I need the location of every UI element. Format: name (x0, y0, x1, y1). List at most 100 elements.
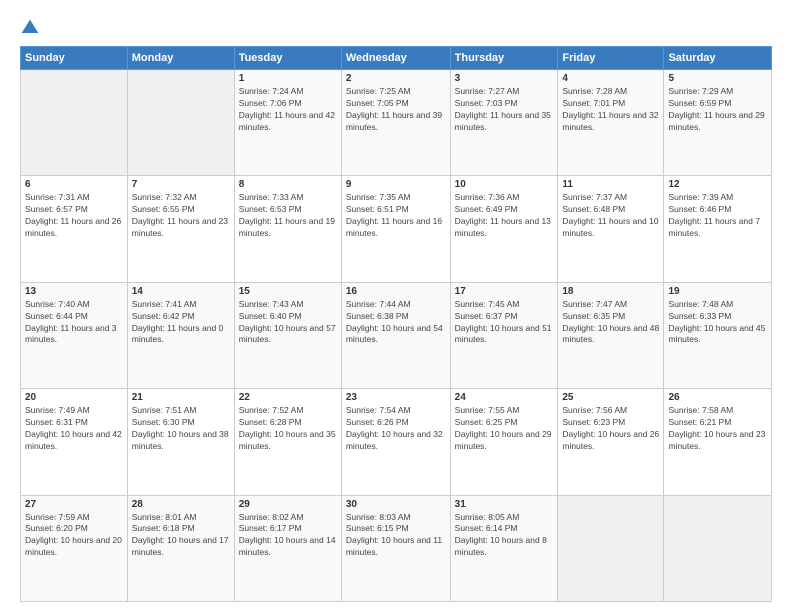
day-detail: Sunrise: 7:25 AM Sunset: 7:05 PM Dayligh… (346, 86, 446, 134)
day-detail: Sunrise: 7:40 AM Sunset: 6:44 PM Dayligh… (25, 299, 123, 347)
logo (20, 18, 44, 38)
day-detail: Sunrise: 7:45 AM Sunset: 6:37 PM Dayligh… (455, 299, 554, 347)
logo-icon (20, 18, 40, 38)
day-cell: 1Sunrise: 7:24 AM Sunset: 7:06 PM Daylig… (234, 70, 341, 176)
weekday-header-wednesday: Wednesday (341, 47, 450, 70)
day-detail: Sunrise: 7:52 AM Sunset: 6:28 PM Dayligh… (239, 405, 337, 453)
day-number: 2 (346, 73, 446, 84)
day-cell (558, 495, 664, 601)
day-cell: 4Sunrise: 7:28 AM Sunset: 7:01 PM Daylig… (558, 70, 664, 176)
day-number: 8 (239, 179, 337, 190)
day-cell: 8 Sunrise: 7:33 AM Sunset: 6:53 PM Daylig… (234, 176, 341, 282)
day-cell: 11Sunrise: 7:37 AM Sunset: 6:48 PM Dayli… (558, 176, 664, 282)
week-row-2: 6 Sunrise: 7:31 AM Sunset: 6:57 PM Daylig… (21, 176, 772, 282)
weekday-header-thursday: Thursday (450, 47, 558, 70)
day-number: 21 (132, 392, 230, 403)
day-number: 19 (668, 286, 767, 297)
day-cell: 25 Sunrise: 7:56 AM Sunset: 6:23 PM Dayli… (558, 389, 664, 495)
day-cell: 20 Sunrise: 7:49 AM Sunset: 6:31 PM Dayli… (21, 389, 128, 495)
day-detail: Sunrise: 7:27 AM Sunset: 7:03 PM Dayligh… (455, 86, 554, 134)
day-number: 29 (239, 499, 337, 510)
day-detail: Sunrise: 7:33 AM Sunset: 6:53 PM Dayligh… (239, 192, 337, 240)
calendar-table: SundayMondayTuesdayWednesdayThursdayFrid… (20, 46, 772, 602)
day-detail: Sunrise: 7:51 AM Sunset: 6:30 PM Dayligh… (132, 405, 230, 453)
day-cell: 29Sunrise: 8:02 AM Sunset: 6:17 PM Dayli… (234, 495, 341, 601)
day-cell: 26Sunrise: 7:58 AM Sunset: 6:21 PM Dayli… (664, 389, 772, 495)
day-cell: 3 Sunrise: 7:27 AM Sunset: 7:03 PM Daylig… (450, 70, 558, 176)
weekday-header-monday: Monday (127, 47, 234, 70)
weekday-header-tuesday: Tuesday (234, 47, 341, 70)
day-cell: 28 Sunrise: 8:01 AM Sunset: 6:18 PM Dayli… (127, 495, 234, 601)
day-number: 12 (668, 179, 767, 190)
day-cell: 13 Sunrise: 7:40 AM Sunset: 6:44 PM Dayli… (21, 282, 128, 388)
day-number: 3 (455, 73, 554, 84)
day-detail: Sunrise: 7:36 AM Sunset: 6:49 PM Dayligh… (455, 192, 554, 240)
day-number: 27 (25, 499, 123, 510)
day-number: 14 (132, 286, 230, 297)
day-cell: 27 Sunrise: 7:59 AM Sunset: 6:20 PM Dayli… (21, 495, 128, 601)
day-detail: Sunrise: 7:54 AM Sunset: 6:26 PM Dayligh… (346, 405, 446, 453)
day-number: 18 (562, 286, 659, 297)
weekday-header-row: SundayMondayTuesdayWednesdayThursdayFrid… (21, 47, 772, 70)
day-number: 17 (455, 286, 554, 297)
day-number: 5 (668, 73, 767, 84)
day-number: 25 (562, 392, 659, 403)
day-number: 7 (132, 179, 230, 190)
day-cell: 5Sunrise: 7:29 AM Sunset: 6:59 PM Daylig… (664, 70, 772, 176)
weekday-header-saturday: Saturday (664, 47, 772, 70)
day-detail: Sunrise: 7:43 AM Sunset: 6:40 PM Dayligh… (239, 299, 337, 347)
day-cell: 17 Sunrise: 7:45 AM Sunset: 6:37 PM Dayli… (450, 282, 558, 388)
day-number: 22 (239, 392, 337, 403)
week-row-1: 1Sunrise: 7:24 AM Sunset: 7:06 PM Daylig… (21, 70, 772, 176)
day-cell: 9Sunrise: 7:35 AM Sunset: 6:51 PM Daylig… (341, 176, 450, 282)
day-detail: Sunrise: 8:03 AM Sunset: 6:15 PM Dayligh… (346, 512, 446, 560)
day-cell: 12 Sunrise: 7:39 AM Sunset: 6:46 PM Dayli… (664, 176, 772, 282)
day-cell: 19 Sunrise: 7:48 AM Sunset: 6:33 PM Dayli… (664, 282, 772, 388)
header (20, 18, 772, 38)
day-cell: 21 Sunrise: 7:51 AM Sunset: 6:30 PM Dayli… (127, 389, 234, 495)
day-number: 30 (346, 499, 446, 510)
day-detail: Sunrise: 8:05 AM Sunset: 6:14 PM Dayligh… (455, 512, 554, 560)
day-detail: Sunrise: 7:56 AM Sunset: 6:23 PM Dayligh… (562, 405, 659, 453)
day-number: 15 (239, 286, 337, 297)
day-cell: 22 Sunrise: 7:52 AM Sunset: 6:28 PM Dayli… (234, 389, 341, 495)
week-row-3: 13 Sunrise: 7:40 AM Sunset: 6:44 PM Dayli… (21, 282, 772, 388)
day-cell: 23 Sunrise: 7:54 AM Sunset: 6:26 PM Dayli… (341, 389, 450, 495)
day-detail: Sunrise: 7:24 AM Sunset: 7:06 PM Dayligh… (239, 86, 337, 134)
day-number: 6 (25, 179, 123, 190)
day-number: 9 (346, 179, 446, 190)
day-number: 24 (455, 392, 554, 403)
day-detail: Sunrise: 7:41 AM Sunset: 6:42 PM Dayligh… (132, 299, 230, 347)
day-detail: Sunrise: 7:47 AM Sunset: 6:35 PM Dayligh… (562, 299, 659, 347)
day-number: 31 (455, 499, 554, 510)
day-number: 13 (25, 286, 123, 297)
day-detail: Sunrise: 7:28 AM Sunset: 7:01 PM Dayligh… (562, 86, 659, 134)
day-number: 11 (562, 179, 659, 190)
day-cell (21, 70, 128, 176)
day-detail: Sunrise: 7:49 AM Sunset: 6:31 PM Dayligh… (25, 405, 123, 453)
day-detail: Sunrise: 7:58 AM Sunset: 6:21 PM Dayligh… (668, 405, 767, 453)
day-detail: Sunrise: 7:39 AM Sunset: 6:46 PM Dayligh… (668, 192, 767, 240)
day-detail: Sunrise: 7:44 AM Sunset: 6:38 PM Dayligh… (346, 299, 446, 347)
day-detail: Sunrise: 8:01 AM Sunset: 6:18 PM Dayligh… (132, 512, 230, 560)
week-row-5: 27 Sunrise: 7:59 AM Sunset: 6:20 PM Dayli… (21, 495, 772, 601)
day-cell (127, 70, 234, 176)
day-number: 16 (346, 286, 446, 297)
day-cell: 10Sunrise: 7:36 AM Sunset: 6:49 PM Dayli… (450, 176, 558, 282)
day-detail: Sunrise: 7:48 AM Sunset: 6:33 PM Dayligh… (668, 299, 767, 347)
day-number: 20 (25, 392, 123, 403)
day-cell: 18 Sunrise: 7:47 AM Sunset: 6:35 PM Dayli… (558, 282, 664, 388)
week-row-4: 20 Sunrise: 7:49 AM Sunset: 6:31 PM Dayli… (21, 389, 772, 495)
day-number: 28 (132, 499, 230, 510)
weekday-header-friday: Friday (558, 47, 664, 70)
day-cell: 6 Sunrise: 7:31 AM Sunset: 6:57 PM Daylig… (21, 176, 128, 282)
day-cell: 30 Sunrise: 8:03 AM Sunset: 6:15 PM Dayli… (341, 495, 450, 601)
day-number: 23 (346, 392, 446, 403)
day-detail: Sunrise: 7:32 AM Sunset: 6:55 PM Dayligh… (132, 192, 230, 240)
day-detail: Sunrise: 7:31 AM Sunset: 6:57 PM Dayligh… (25, 192, 123, 240)
calendar-page: SundayMondayTuesdayWednesdayThursdayFrid… (0, 0, 792, 612)
day-cell: 7 Sunrise: 7:32 AM Sunset: 6:55 PM Daylig… (127, 176, 234, 282)
day-detail: Sunrise: 7:59 AM Sunset: 6:20 PM Dayligh… (25, 512, 123, 560)
weekday-header-sunday: Sunday (21, 47, 128, 70)
day-cell: 24Sunrise: 7:55 AM Sunset: 6:25 PM Dayli… (450, 389, 558, 495)
